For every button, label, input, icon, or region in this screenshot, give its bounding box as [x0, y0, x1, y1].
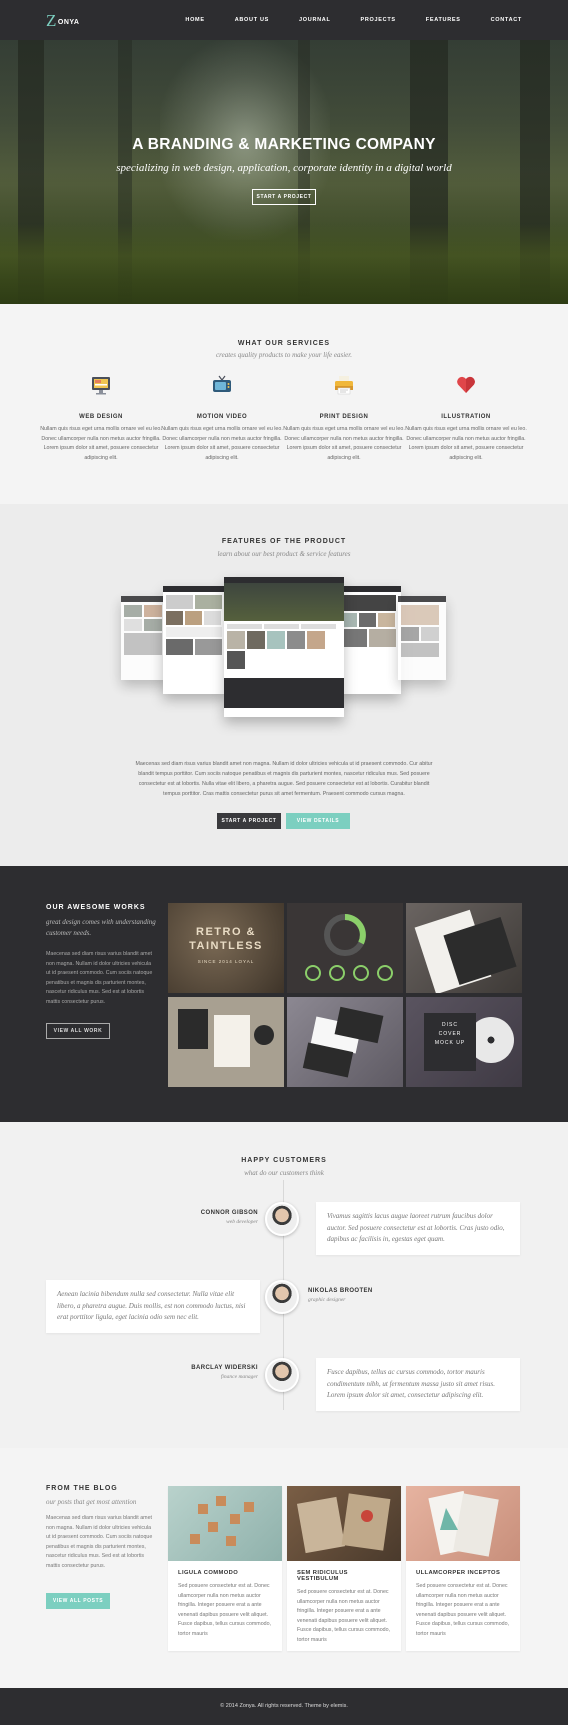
product-mockup	[163, 586, 227, 694]
avatar	[265, 1280, 299, 1314]
post-title[interactable]: SEM RIDICULUS VESTIBULUM	[297, 1570, 391, 1582]
works-description: Maecenas sed diam risus varius blandit a…	[46, 951, 153, 1005]
portfolio-tile[interactable]: DISC COVER MOCK UP	[406, 997, 522, 1087]
service-title: PRINT DESIGN	[319, 414, 369, 420]
copyright-text: © 2014 Zonya. All rights reserved. Theme…	[220, 1703, 348, 1709]
nav-item-about-us[interactable]: ABOUT US	[235, 17, 269, 23]
testimonial-quote: Vivamus sagittis lacus augue laoreet rut…	[316, 1202, 520, 1255]
blog-post-card[interactable]: SEM RIDICULUS VESTIBULUM Sed posuere con…	[287, 1486, 401, 1651]
service-motion-video: MOTION VIDEO Nullam quis risus eget urna…	[161, 374, 283, 463]
retro-logo-sub: SINCE 2014 LOYAL	[197, 959, 255, 964]
nav-item-journal[interactable]: JOURNAL	[299, 17, 330, 23]
post-excerpt: Sed posuere consectetur est at. Donec ul…	[416, 1583, 510, 1637]
service-title: WEB DESIGN	[79, 414, 123, 420]
product-mockup-main	[224, 577, 344, 717]
works-title: OUR AWESOME WORKS	[46, 904, 146, 911]
logo-text: ONYA	[57, 19, 80, 26]
nav-menu: HOME ABOUT US JOURNAL PROJECTS FEATURES …	[155, 17, 522, 23]
nav-item-home[interactable]: HOME	[185, 17, 204, 23]
blog-tagline: our posts that get most attention	[46, 1498, 137, 1506]
tv-icon	[211, 374, 233, 396]
services-title: WHAT OUR SERVICES	[237, 340, 331, 347]
avatar	[265, 1202, 299, 1236]
product-mockup	[121, 596, 169, 680]
portfolio-tile[interactable]	[406, 903, 522, 993]
nav-item-projects[interactable]: PROJECTS	[361, 17, 396, 23]
service-print-design: PRINT DESIGN Nullam quis risus eget urna…	[283, 374, 405, 463]
post-title[interactable]: LIGULA COMMODO	[178, 1570, 272, 1576]
post-excerpt: Sed posuere consectetur est at. Donec ul…	[178, 1583, 272, 1637]
services-section: WHAT OUR SERVICES creates quality produc…	[0, 304, 568, 504]
footer: © 2014 Zonya. All rights reserved. Theme…	[0, 1688, 568, 1725]
logo-letter: Z	[46, 11, 57, 30]
hero-title: A BRANDING & MARKETING COMPANY	[132, 136, 436, 153]
post-image	[287, 1486, 401, 1561]
blog-description: Maecenas sed diam risus varius blandit a…	[46, 1515, 153, 1569]
nav-item-features[interactable]: FEATURES	[426, 17, 461, 23]
features-title: FEATURES OF THE PRODUCT	[221, 538, 347, 545]
hero-section: A BRANDING & MARKETING COMPANY specializ…	[0, 40, 568, 304]
testimonials-section: HAPPY CUSTOMERS what do our customers th…	[0, 1122, 568, 1448]
post-title[interactable]: ULLAMCORPER INCEPTOS	[416, 1570, 510, 1576]
post-image	[168, 1486, 282, 1561]
testimonials-title: HAPPY CUSTOMERS	[241, 1157, 327, 1164]
works-tagline: great design comes with understanding cu…	[46, 918, 156, 937]
portfolio-tile[interactable]: RETRO & TAINTLESS SINCE 2014 LOYAL	[168, 903, 284, 993]
nav-item-contact[interactable]: CONTACT	[491, 17, 522, 23]
customer-role: web developer	[226, 1219, 258, 1225]
logo[interactable]: ZONYA	[46, 11, 79, 31]
portfolio-tile[interactable]	[168, 997, 284, 1087]
portfolio-tile[interactable]	[287, 997, 403, 1087]
view-all-posts-button[interactable]: VIEW ALL POSTS	[46, 1593, 110, 1609]
customer-role: finance manager	[220, 1374, 258, 1380]
post-image	[406, 1486, 520, 1561]
customer-name: NIKOLAS BROOTEN	[308, 1288, 373, 1294]
service-illustration: ILLUSTRATION Nullam quis risus eget urna…	[405, 374, 527, 463]
view-details-button[interactable]: VIEW DETAILS	[286, 813, 350, 829]
blog-post-card[interactable]: ULLAMCORPER INCEPTOS Sed posuere consect…	[406, 1486, 520, 1651]
product-mockup	[398, 596, 446, 680]
start-project-button[interactable]: START A PROJECT	[252, 189, 316, 205]
top-navbar: ZONYA HOME ABOUT US JOURNAL PROJECTS FEA…	[0, 0, 568, 40]
service-web-design: WEB DESIGN Nullam quis risus eget urna m…	[40, 374, 162, 463]
start-project-button[interactable]: START A PROJECT	[217, 813, 281, 829]
hero-subtitle: specializing in web design, application,…	[116, 162, 452, 174]
service-title: MOTION VIDEO	[196, 414, 248, 420]
dashboard-graphic	[305, 914, 393, 981]
printer-icon	[333, 374, 355, 396]
testimonial-quote: Fusce dapibus, tellus ac cursus commodo,…	[316, 1358, 520, 1411]
service-title: ILLUSTRATION	[441, 414, 491, 420]
disc-cover-text: DISC COVER MOCK UP	[424, 1013, 476, 1071]
testimonials-subtitle: what do our customers think	[244, 1169, 324, 1177]
retro-logo-text: RETRO & TAINTLESS	[189, 926, 263, 952]
service-text: Nullam quis risus eget urna mollis ornar…	[405, 426, 527, 461]
customer-role: graphic designer	[308, 1297, 346, 1303]
works-section: OUR AWESOME WORKS great design comes wit…	[0, 866, 568, 1122]
features-subtitle: learn about our best product & service f…	[217, 550, 351, 558]
service-text: Nullam quis risus eget urna mollis ornar…	[40, 426, 162, 461]
blog-title: FROM THE BLOG	[46, 1485, 118, 1492]
features-section: FEATURES OF THE PRODUCT learn about our …	[0, 504, 568, 866]
service-text: Nullam quis risus eget urna mollis ornar…	[161, 426, 283, 461]
features-description: Maecenas sed diam risus varius blandit a…	[135, 761, 433, 797]
product-mockup	[337, 586, 401, 694]
avatar	[265, 1358, 299, 1392]
view-all-work-button[interactable]: VIEW ALL WORK	[46, 1023, 110, 1039]
heart-icon	[455, 374, 477, 396]
services-subtitle: creates quality products to make your li…	[216, 351, 352, 359]
blog-section: FROM THE BLOG our posts that get most at…	[0, 1448, 568, 1688]
portfolio-tile[interactable]	[287, 903, 403, 993]
customer-name: BARCLAY WIDERSKI	[191, 1365, 258, 1371]
testimonial-quote: Aenean lacinia bibendum nulla sed consec…	[46, 1280, 260, 1333]
post-excerpt: Sed posuere consectetur est at. Donec ul…	[297, 1589, 391, 1643]
customer-name: CONNOR GIBSON	[200, 1210, 258, 1216]
blog-post-card[interactable]: LIGULA COMMODO Sed posuere consectetur e…	[168, 1486, 282, 1651]
monitor-icon	[90, 374, 112, 396]
service-text: Nullam quis risus eget urna mollis ornar…	[283, 426, 405, 461]
